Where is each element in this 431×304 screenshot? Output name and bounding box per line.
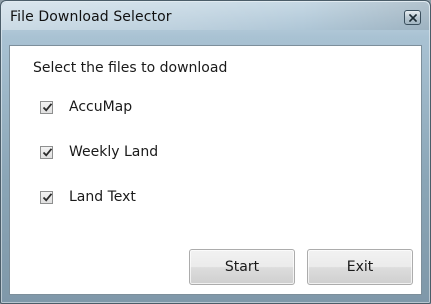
close-icon bbox=[408, 13, 417, 22]
checkmark-icon bbox=[42, 147, 53, 157]
title-bar[interactable]: File Download Selector bbox=[2, 2, 429, 30]
weekly-land-label: Weekly Land bbox=[69, 144, 159, 160]
weekly-land-checkbox[interactable] bbox=[40, 145, 53, 159]
dialog-content: Select the files to download AccuMap Wee… bbox=[9, 45, 422, 295]
option-accumap[interactable]: AccuMap bbox=[40, 98, 132, 116]
instruction-label: Select the files to download bbox=[33, 60, 228, 76]
option-weekly-land[interactable]: Weekly Land bbox=[40, 143, 158, 161]
exit-button[interactable]: Exit bbox=[307, 249, 413, 285]
close-button[interactable] bbox=[404, 10, 421, 25]
checkmark-icon bbox=[42, 192, 53, 202]
land-text-label: Land Text bbox=[69, 189, 136, 205]
land-text-checkbox[interactable] bbox=[40, 190, 53, 204]
window-title: File Download Selector bbox=[10, 9, 172, 25]
accumap-label: AccuMap bbox=[69, 99, 133, 115]
start-button[interactable]: Start bbox=[189, 249, 295, 285]
checkmark-icon bbox=[42, 102, 53, 112]
dialog-window: File Download Selector Select the files … bbox=[0, 0, 431, 304]
accumap-checkbox[interactable] bbox=[40, 100, 53, 114]
option-land-text[interactable]: Land Text bbox=[40, 188, 136, 206]
